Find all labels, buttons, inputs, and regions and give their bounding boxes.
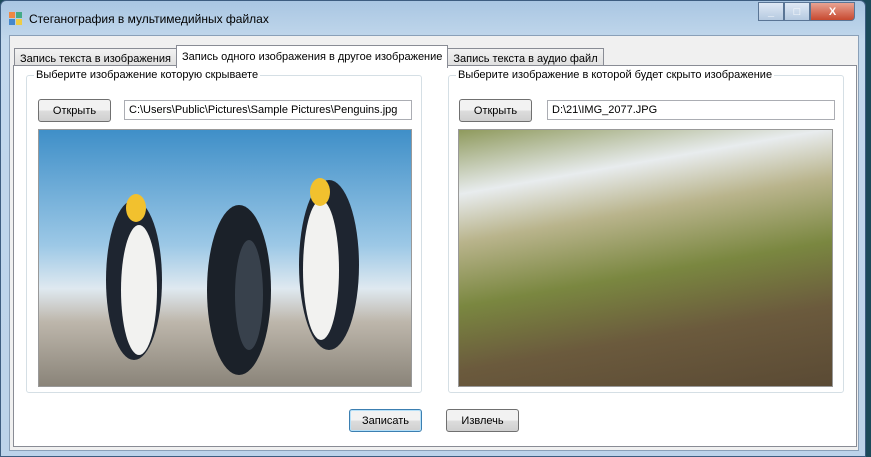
carrier-image-group: Выберите изображение в которой будет скр… xyxy=(448,69,844,393)
write-button[interactable]: Записать xyxy=(349,409,422,432)
open-source-button[interactable]: Открыть xyxy=(38,99,111,122)
carrier-path-field[interactable]: D:\21\IMG_2077.JPG xyxy=(547,100,835,120)
maximize-button[interactable]: □ xyxy=(784,2,810,21)
tab-panel: Выберите изображение которую скрываете О… xyxy=(13,65,857,447)
close-button[interactable]: X xyxy=(810,2,855,21)
open-carrier-button[interactable]: Открыть xyxy=(459,99,532,122)
carrier-image-preview xyxy=(458,129,833,387)
tab-image-in-image[interactable]: Запись одного изображения в другое изобр… xyxy=(175,45,449,68)
app-window: Стеганография в мультимедийных файлах _ … xyxy=(0,0,866,457)
source-image-group: Выберите изображение которую скрываете О… xyxy=(26,69,422,393)
window-title: Стеганография в мультимедийных файлах xyxy=(29,12,269,26)
source-image-preview xyxy=(38,129,412,387)
source-path-field[interactable]: C:\Users\Public\Pictures\Sample Pictures… xyxy=(124,100,412,120)
source-group-label: Выберите изображение которую скрываете xyxy=(34,69,261,81)
penguins-image xyxy=(106,178,359,375)
client-area: Запись текста в изображения Запись одног… xyxy=(9,35,859,451)
extract-button[interactable]: Извлечь xyxy=(446,409,519,432)
carrier-group-label: Выберите изображение в которой будет скр… xyxy=(456,69,775,81)
app-icon xyxy=(9,12,23,26)
minimize-button[interactable]: _ xyxy=(758,2,784,21)
title-bar: Стеганография в мультимедийных файлах xyxy=(9,9,269,29)
